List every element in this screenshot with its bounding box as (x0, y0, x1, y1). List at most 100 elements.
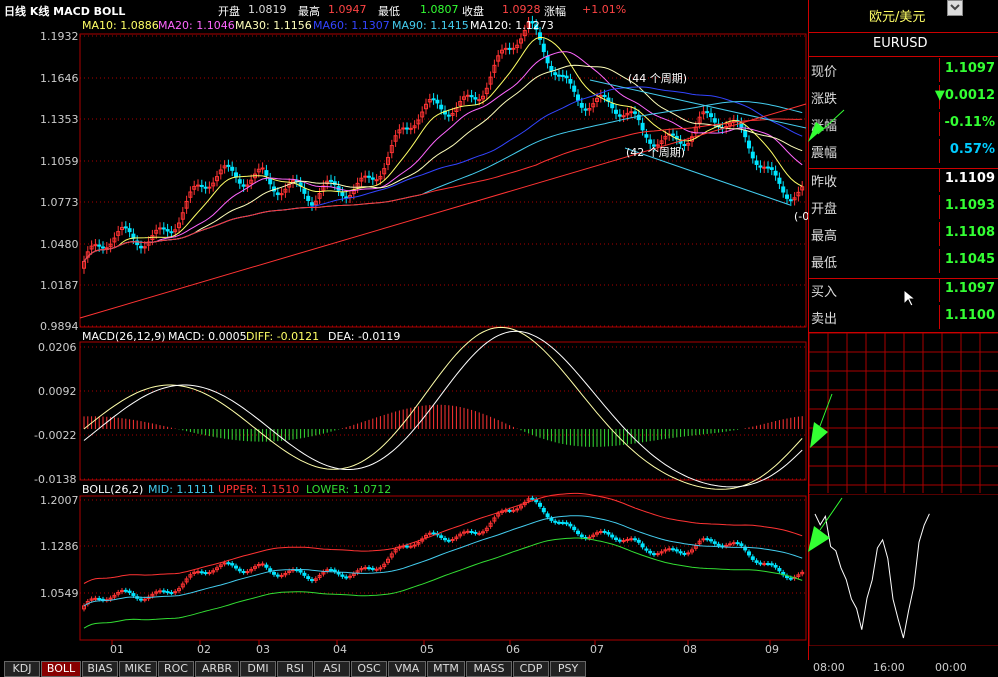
candle (344, 196, 349, 199)
boll-candle (705, 538, 710, 541)
candle (564, 75, 569, 79)
boll-candle (340, 574, 345, 577)
boll-candle (241, 571, 246, 574)
candle (374, 179, 379, 182)
ma60-legend: MA60: 1.1307 (313, 19, 390, 32)
boll-candle (477, 532, 482, 535)
price-tick: 1.1646 (40, 72, 79, 85)
candle (769, 167, 774, 170)
tab-arbr[interactable]: ARBR (195, 661, 239, 677)
macd-tick: -0.0022 (34, 429, 77, 442)
close-value: 1.0928 (502, 3, 541, 16)
candle (538, 32, 542, 40)
candle (268, 178, 273, 185)
macd-legend-diff: DIFF: -0.0121 (246, 330, 320, 343)
candle (773, 170, 778, 176)
cycle-annotation-42: (42 个周期) (626, 146, 686, 159)
low-value: 1.0807 (420, 3, 459, 16)
quote-value: 1.1109 (944, 171, 995, 186)
boll-candle (446, 539, 451, 542)
price-tick: 1.1353 (40, 113, 79, 126)
high-label: 最高 (298, 5, 320, 18)
change-value: +1.01% (582, 3, 627, 16)
candle (579, 102, 584, 108)
month-tick: 06 (506, 643, 520, 656)
change-label: 涨幅 (544, 5, 566, 18)
tab-asi[interactable]: ASI (314, 661, 350, 677)
ma20-legend: MA20: 1.1046 (158, 19, 235, 32)
cursor-arrow-icon (903, 288, 917, 307)
quote-separator (939, 112, 940, 136)
tab-mass[interactable]: MASS (466, 661, 512, 677)
candle (572, 85, 577, 92)
boll-candle (374, 568, 379, 571)
month-tick: 07 (590, 643, 604, 656)
candle (139, 245, 143, 249)
candle (617, 114, 622, 117)
boll-candle (264, 564, 269, 568)
boll-candle (226, 562, 231, 565)
price-tick: 1.0187 (40, 279, 79, 292)
ma120-line (83, 118, 803, 262)
high-value: 1.0947 (328, 3, 367, 16)
tab-bias[interactable]: BIAS (82, 661, 118, 677)
candle (671, 133, 675, 136)
boll-candle (538, 502, 542, 507)
intraday-tick: 08:00 (813, 661, 845, 674)
arrow-indicator-icon (808, 497, 843, 552)
candle (640, 122, 645, 131)
tab-osc[interactable]: OSC (351, 661, 387, 677)
boll-candle (541, 507, 546, 513)
boll-candle (465, 530, 470, 533)
boll-candle (310, 579, 314, 582)
candle (785, 194, 789, 199)
tab-dmi[interactable]: DMI (240, 661, 276, 677)
month-tick: 09 (765, 643, 779, 656)
candle (367, 175, 371, 178)
candle (97, 244, 102, 247)
tab-cdp[interactable]: CDP (513, 661, 549, 677)
boll-candle (408, 545, 413, 548)
boll-candle (579, 534, 584, 538)
quote-value: -0.11% (944, 115, 996, 130)
boll-candle (682, 552, 687, 555)
month-tick: 03 (256, 643, 270, 656)
candle (549, 65, 554, 72)
tab-vma[interactable]: VMA (388, 661, 426, 677)
tab-kdj[interactable]: KDJ (4, 661, 40, 677)
boll-candle (545, 513, 550, 518)
tab-roc[interactable]: ROC (158, 661, 194, 677)
candle (306, 195, 311, 201)
candle (104, 247, 109, 250)
ma10-legend: MA10: 1.0886 (82, 19, 159, 32)
tab-mike[interactable]: MIKE (119, 661, 157, 677)
boll-candle (709, 539, 713, 542)
candle (439, 104, 444, 110)
candle (363, 175, 368, 178)
candle (750, 151, 755, 159)
boll-candle (712, 541, 717, 544)
candle (203, 186, 208, 189)
tab-psy[interactable]: PSY (550, 661, 586, 677)
quote-row: 最高 1.1108 (809, 222, 998, 246)
boll-candle (560, 521, 565, 524)
macd-frame (79, 341, 807, 481)
tab-boll[interactable]: BOLL (41, 661, 81, 677)
boll-candle (572, 526, 577, 531)
tab-rsi[interactable]: RSI (277, 661, 313, 677)
candle (446, 114, 451, 117)
mini-grid-panel (809, 333, 998, 493)
boll-candle (439, 535, 444, 538)
month-tick: 01 (110, 643, 124, 656)
boll-candle (655, 553, 660, 556)
boll-candle (773, 564, 778, 568)
boll-candle (640, 543, 645, 548)
quote-row: 昨收 1.1109 (809, 168, 998, 192)
candle (709, 113, 713, 118)
boll-candle (731, 542, 736, 545)
tab-mtm[interactable]: MTM (427, 661, 465, 677)
candle (127, 228, 132, 233)
boll-legend-lower: LOWER: 1.0712 (306, 483, 392, 496)
collapse-button[interactable] (947, 0, 963, 16)
chart-area[interactable]: 日线 K线 MACD BOLL 开盘 1.0819 最高 1.0947 最低 1… (0, 0, 809, 660)
